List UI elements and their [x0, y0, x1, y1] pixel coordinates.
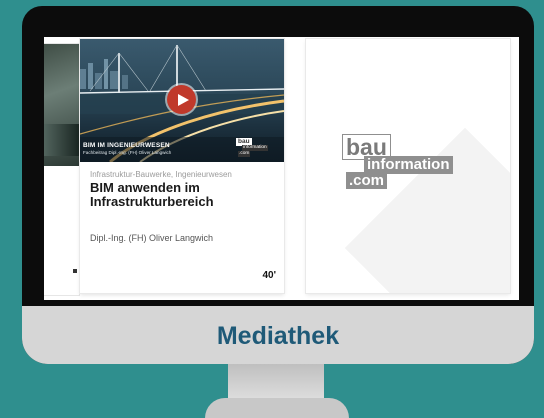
monitor-frame: BIM IM INGENIEURWESEN Fachbeitrag Dipl.-… [22, 6, 534, 364]
monitor-chin: Mediathek [22, 306, 534, 364]
page-title: Mediathek [216, 321, 340, 350]
video-card[interactable]: BIM IM INGENIEURWESEN Fachbeitrag Dipl.-… [80, 39, 284, 293]
card-author: Dipl.-Ing. (FH) Oliver Langwich [90, 233, 214, 243]
screen-carousel: BIM IM INGENIEURWESEN Fachbeitrag Dipl.-… [44, 37, 519, 300]
thumbnail-logo: bau information .com [236, 138, 268, 157]
video-thumbnail[interactable]: BIM IM INGENIEURWESEN Fachbeitrag Dipl.-… [80, 39, 284, 162]
bauinformation-logo: bau information .com [342, 134, 482, 196]
play-button[interactable] [167, 85, 196, 114]
play-icon [177, 93, 189, 106]
card-duration: 40' [262, 270, 276, 281]
monitor-stand-base [205, 398, 349, 418]
thumbnail-title: BIM IM INGENIEURWESEN [83, 142, 170, 149]
logo-card[interactable]: bau information .com [306, 39, 510, 293]
card-title[interactable]: BIM anwenden im Infrastrukturbereich [90, 181, 278, 209]
previous-card[interactable] [44, 43, 80, 296]
card-category: Infrastruktur-Bauwerke, Ingenieurwesen [90, 170, 232, 179]
previous-card-thumbnail [44, 44, 79, 166]
previous-card-mark [73, 269, 77, 273]
monitor-stand-neck [228, 364, 324, 400]
thumbnail-subtitle: Fachbeitrag Dipl.-Ing. (FH) Oliver Langw… [83, 150, 172, 155]
